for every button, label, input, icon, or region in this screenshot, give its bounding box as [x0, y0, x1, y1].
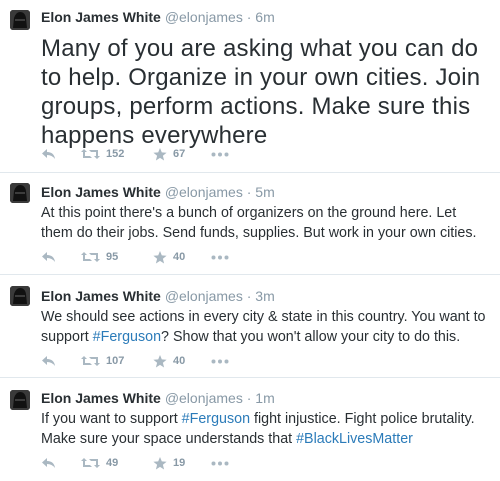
tweet-header: Elon James White @elonjames · 5m	[41, 184, 275, 200]
reply-button[interactable]	[41, 251, 81, 263]
favorite-icon	[153, 250, 167, 263]
timestamp[interactable]: 3m	[255, 288, 274, 304]
timestamp[interactable]: 5m	[255, 184, 274, 200]
author-name[interactable]: Elon James White	[41, 288, 161, 304]
tweet[interactable]: Elon James White @elonjames · 6m Many of …	[0, 0, 500, 173]
retweet-button[interactable]: 49	[81, 457, 153, 469]
tweet-text: If you want to support #Ferguson fight i…	[41, 409, 490, 449]
separator: ·	[246, 288, 252, 304]
retweet-count: 49	[106, 457, 119, 469]
favorite-button[interactable]: 67	[153, 147, 211, 161]
hashtag-link[interactable]: #BlackLivesMatter	[296, 431, 413, 447]
more-button[interactable]	[211, 359, 229, 364]
favorite-icon	[153, 456, 167, 469]
author-handle[interactable]: @elonjames	[165, 9, 243, 25]
retweet-count: 152	[106, 148, 125, 160]
favorite-count: 40	[173, 251, 186, 263]
retweet-button[interactable]: 95	[81, 251, 153, 263]
separator: ·	[246, 9, 252, 25]
retweet-count: 107	[106, 355, 125, 367]
tweet-header: Elon James White @elonjames · 1m	[41, 390, 275, 406]
author-name[interactable]: Elon James White	[41, 9, 161, 25]
reply-icon	[42, 252, 55, 262]
reply-button[interactable]	[41, 355, 81, 367]
timestamp[interactable]: 1m	[255, 390, 274, 406]
retweet-icon	[81, 356, 100, 366]
reply-icon	[42, 356, 55, 366]
timestamp[interactable]: 6m	[255, 9, 274, 25]
author-handle[interactable]: @elonjames	[165, 288, 243, 304]
avatar[interactable]	[10, 286, 30, 306]
favorite-button[interactable]: 40	[153, 250, 211, 264]
retweet-icon	[81, 458, 100, 468]
favorite-icon	[153, 354, 167, 367]
retweet-icon	[81, 149, 100, 159]
tweet-text: Many of you are asking what you can do t…	[41, 35, 481, 149]
tweet-header: Elon James White @elonjames · 6m	[41, 9, 275, 25]
tweet-actions: 49 19	[41, 455, 229, 471]
reply-icon	[42, 458, 55, 468]
author-handle[interactable]: @elonjames	[165, 390, 243, 406]
tweet[interactable]: Elon James White @elonjames · 3m We shoul…	[0, 275, 500, 378]
author-name[interactable]: Elon James White	[41, 390, 161, 406]
retweet-icon	[81, 252, 100, 262]
tweet[interactable]: Elon James White @elonjames · 5m At this …	[0, 173, 500, 275]
tweet-text-part: If you want to support	[41, 411, 182, 427]
more-button[interactable]	[211, 152, 229, 157]
tweet[interactable]: Elon James White @elonjames · 1m If you w…	[0, 378, 500, 481]
tweet-text: We should see actions in every city & st…	[41, 307, 490, 347]
reply-button[interactable]	[41, 148, 81, 160]
more-icon	[211, 461, 229, 465]
hashtag-link[interactable]: #Ferguson	[182, 411, 250, 427]
more-icon	[211, 152, 229, 156]
reply-icon	[42, 149, 55, 159]
favorite-count: 19	[173, 457, 186, 469]
favorite-icon	[153, 147, 167, 160]
more-button[interactable]	[211, 255, 229, 260]
tweet-actions: 107 40	[41, 353, 229, 369]
retweet-button[interactable]: 152	[81, 148, 153, 160]
favorite-button[interactable]: 19	[153, 456, 211, 470]
reply-button[interactable]	[41, 457, 81, 469]
separator: ·	[246, 184, 252, 200]
retweet-button[interactable]: 107	[81, 355, 153, 367]
avatar[interactable]	[10, 390, 30, 410]
author-handle[interactable]: @elonjames	[165, 184, 243, 200]
more-icon	[211, 255, 229, 259]
more-button[interactable]	[211, 461, 229, 466]
retweet-count: 95	[106, 251, 119, 263]
avatar[interactable]	[10, 10, 30, 30]
tweet-header: Elon James White @elonjames · 3m	[41, 288, 275, 304]
more-icon	[211, 359, 229, 363]
tweet-feed: Elon James White @elonjames · 6m Many of …	[0, 0, 500, 481]
favorite-count: 40	[173, 355, 186, 367]
tweet-text-part: ? Show that you won't allow your city to…	[161, 329, 461, 345]
author-name[interactable]: Elon James White	[41, 184, 161, 200]
favorite-count: 67	[173, 148, 186, 160]
favorite-button[interactable]: 40	[153, 354, 211, 368]
tweet-actions: 152 67	[41, 146, 229, 162]
hashtag-link[interactable]: #Ferguson	[93, 329, 161, 345]
tweet-text: At this point there's a bunch of organiz…	[41, 205, 477, 241]
separator: ·	[246, 390, 252, 406]
tweet-actions: 95 40	[41, 249, 229, 265]
avatar[interactable]	[10, 183, 30, 203]
